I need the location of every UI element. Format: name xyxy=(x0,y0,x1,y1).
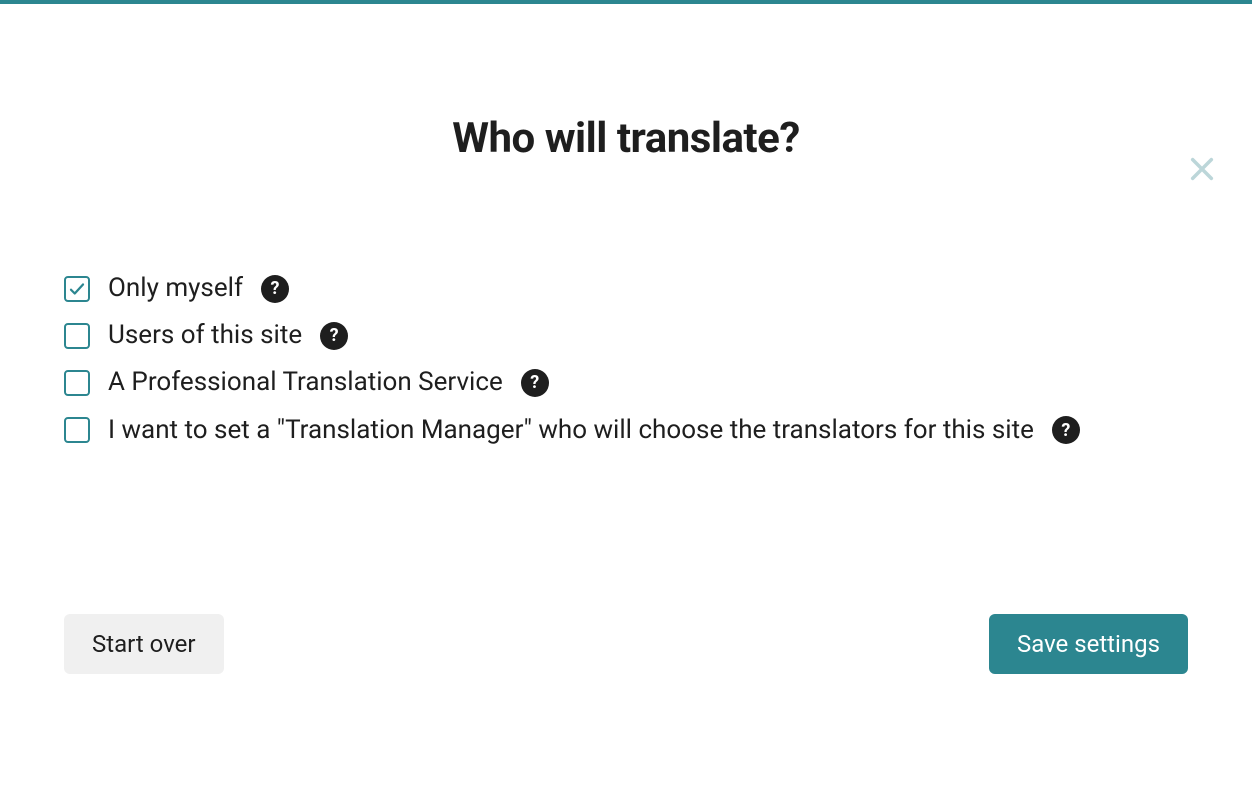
help-icon[interactable]: ? xyxy=(261,275,289,303)
help-icon[interactable]: ? xyxy=(1052,416,1080,444)
help-icon[interactable]: ? xyxy=(521,369,549,397)
save-settings-button[interactable]: Save settings xyxy=(989,614,1188,674)
option-label: A Professional Translation Service xyxy=(108,367,503,398)
option-professional-service: A Professional Translation Service ? xyxy=(64,367,1188,398)
option-only-myself: Only myself ? xyxy=(64,273,1188,304)
option-users-of-site: Users of this site ? xyxy=(64,320,1188,351)
start-over-button[interactable]: Start over xyxy=(64,614,224,674)
option-label: Users of this site xyxy=(108,320,302,351)
option-label: Only myself xyxy=(108,273,243,304)
checkbox-only-myself[interactable] xyxy=(64,276,90,302)
modal-title: Who will translate? xyxy=(64,114,1188,163)
translator-setup-modal: Who will translate? Only myself ? Users … xyxy=(0,114,1252,674)
checkbox-users-of-site[interactable] xyxy=(64,323,90,349)
help-icon[interactable]: ? xyxy=(320,322,348,350)
option-translation-manager: I want to set a "Translation Manager" wh… xyxy=(64,415,1188,446)
option-label: I want to set a "Translation Manager" wh… xyxy=(108,415,1034,446)
checkbox-translation-manager[interactable] xyxy=(64,417,90,443)
modal-footer: Start over Save settings xyxy=(64,614,1188,674)
options-list: Only myself ? Users of this site ? A Pro… xyxy=(64,273,1188,446)
checkbox-professional-service[interactable] xyxy=(64,370,90,396)
close-button[interactable] xyxy=(1184,152,1220,188)
check-icon xyxy=(68,280,86,298)
close-icon xyxy=(1188,155,1216,186)
top-accent-bar xyxy=(0,0,1252,4)
